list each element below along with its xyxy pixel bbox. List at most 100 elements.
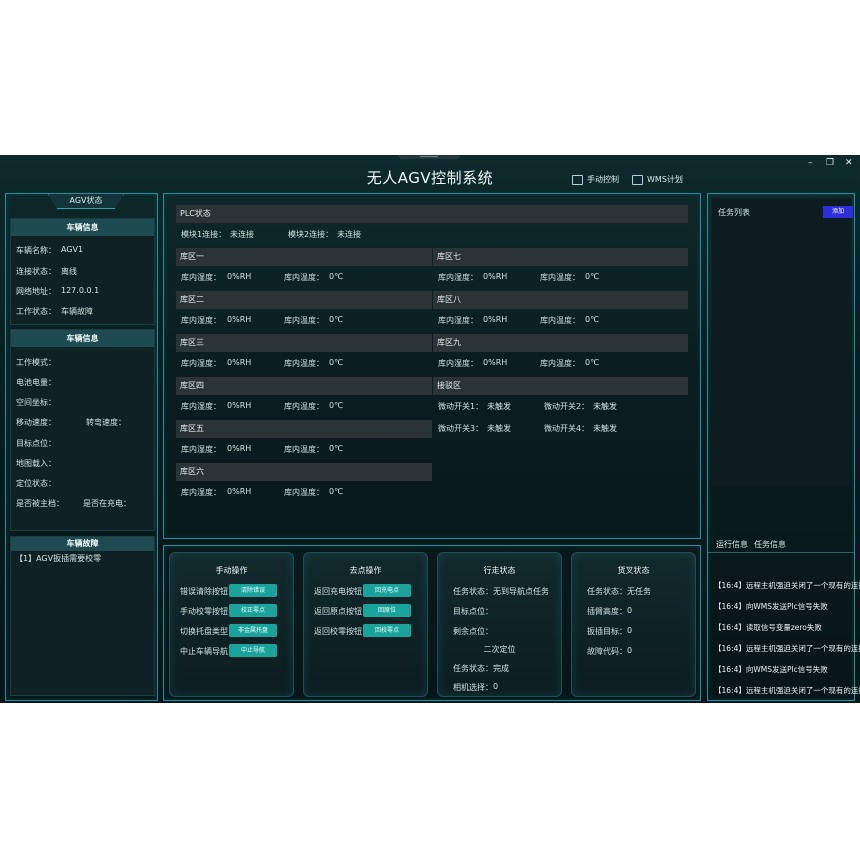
- agv-status-tab[interactable]: AGV状态: [48, 194, 124, 209]
- switch-1-value: 未触发: [487, 402, 511, 411]
- zone-5-hum-label: 库内湿度：: [181, 445, 221, 454]
- zone-6-temp-label: 库内温度：: [284, 488, 324, 497]
- switch-2-label: 微动开关2：: [544, 402, 590, 411]
- log-item: 【16:4】远程主机强迫关闭了一个现有的连接: [714, 644, 860, 653]
- pallet-type-button[interactable]: 非金属托盘: [229, 624, 277, 637]
- zone-5-temp-value: 0℃: [329, 444, 344, 453]
- zone-2-head: 库区二: [176, 291, 432, 309]
- fork-status-card: 货叉状态 任务状态： 无任务 插臂高度： 0 扳插目标： 0 故障代码： 0: [571, 552, 696, 697]
- coords-label: 空间坐标：: [16, 398, 56, 407]
- minimize-icon[interactable]: –: [808, 158, 813, 168]
- tab-task-info[interactable]: 任务信息: [754, 539, 786, 550]
- module2-value: 未连接: [337, 230, 361, 239]
- zone-9-temp-label: 库内温度：: [540, 359, 580, 368]
- zone-1-temp-label: 库内温度：: [284, 273, 324, 282]
- title-bar: 无人AGV控制系统 手动控制 WMS计划 – ❐ ✕: [0, 155, 860, 191]
- fork-target-label: 扳插目标：: [587, 627, 627, 636]
- fork-fault-label: 故障代码：: [587, 647, 627, 656]
- nav-manual-label: 手动控制: [587, 175, 619, 184]
- fork-status-title: 货叉状态: [617, 566, 650, 575]
- zone-1-head: 库区一: [176, 248, 432, 266]
- work-status-label: 工作状态：: [16, 307, 56, 316]
- zone-4-temp-value: 0℃: [329, 401, 344, 410]
- connection-label: 连接状态：: [16, 267, 56, 276]
- tab-run-info[interactable]: 运行信息: [716, 539, 748, 553]
- camera-value: 0: [493, 682, 499, 691]
- switch-1-label: 微动开关1：: [438, 402, 484, 411]
- zone-4-temp-label: 库内温度：: [284, 402, 324, 411]
- manual-op-card: 手动操作 错误清除按钮 清除错误 手动校零按钮 校正零点 切换托盘类型 非金属托…: [169, 552, 294, 697]
- network-value: 127.0.0.1: [61, 286, 100, 295]
- zone-2-temp-value: 0℃: [329, 315, 344, 324]
- zone-4-head: 库区四: [176, 377, 432, 395]
- zone-7-temp-label: 库内温度：: [540, 273, 580, 282]
- zone-9-head: 库区九: [433, 334, 688, 352]
- zone-8-temp-value: 0℃: [585, 315, 600, 324]
- manual-control-icon: [572, 174, 583, 185]
- zone-3-head: 库区三: [176, 334, 432, 352]
- return-origin-label: 返回原点按钮: [314, 607, 362, 616]
- clear-error-button[interactable]: 清除错误: [229, 584, 277, 597]
- travel-target-label: 目标点位：: [453, 607, 493, 616]
- vehicle-fault-card: 车辆故障 【1】AGV扳插需要校零: [10, 536, 155, 696]
- travel-remain-label: 剩余点位：: [453, 627, 493, 636]
- travel-status-card: 行走状态 任务状态： 无到导航点任务 目标点位： 剩余点位： 二次定位 任务状态…: [437, 552, 562, 697]
- switch-3-value: 未触发: [487, 424, 511, 433]
- switch-4-label: 微动开关4：: [544, 424, 590, 433]
- locate-label: 定位状态：: [16, 479, 56, 488]
- turn-speed-label: 转弯速度：: [86, 418, 126, 427]
- return-zero-button[interactable]: 回校零点: [363, 624, 411, 637]
- restore-icon[interactable]: ❐: [826, 158, 834, 168]
- fault-item[interactable]: 【1】AGV扳插需要校零: [15, 553, 101, 564]
- zone-3-temp-value: 0℃: [329, 358, 344, 367]
- module1-label: 模块1连接：: [181, 230, 227, 239]
- fork-height-label: 插臂高度：: [587, 607, 627, 616]
- zone-3-hum-label: 库内湿度：: [181, 359, 221, 368]
- fork-height-value: 0: [627, 606, 633, 615]
- is-main-label: 是否被主档：: [16, 499, 64, 508]
- calibrate-zero-button[interactable]: 校正零点: [229, 604, 277, 617]
- target-label: 目标点位：: [16, 439, 56, 448]
- add-task-button[interactable]: 添加: [823, 206, 853, 218]
- return-zero-label: 返回校零按钮: [314, 627, 362, 636]
- network-label: 网络地址：: [16, 287, 56, 296]
- locate-task-label: 任务状态：: [453, 664, 493, 673]
- zone-1-hum-label: 库内湿度：: [181, 273, 221, 282]
- pallet-type-label: 切换托盘类型: [180, 627, 228, 636]
- nav-manual-control[interactable]: 手动控制: [572, 174, 619, 185]
- battery-label: 电池电量：: [16, 378, 56, 387]
- zone-6-hum-value: 0%RH: [227, 487, 252, 496]
- receive-zone-head: 接驳区: [433, 377, 688, 395]
- switch-3-label: 微动开关3：: [438, 424, 484, 433]
- close-icon[interactable]: ✕: [845, 158, 853, 168]
- log-item: 【16:4】向WMS发送Plc信号失败: [714, 665, 828, 674]
- stop-nav-label: 中止车辆导航: [180, 647, 228, 656]
- module2-label: 模块2连接：: [288, 230, 334, 239]
- manual-zero-label: 手动校零按钮: [180, 607, 228, 616]
- return-origin-button[interactable]: 回原位: [363, 604, 411, 617]
- title-handle[interactable]: [398, 155, 460, 159]
- zone-4-hum-value: 0%RH: [227, 401, 252, 410]
- zone-9-temp-value: 0℃: [585, 358, 600, 367]
- locate-task-value: 完成: [493, 664, 509, 673]
- task-list-title: 任务列表: [718, 208, 750, 217]
- zone-6-head: 库区六: [176, 463, 432, 481]
- zone-8-temp-label: 库内温度：: [540, 316, 580, 325]
- return-charge-button[interactable]: 回充电点: [363, 584, 411, 597]
- zone-7-hum-value: 0%RH: [483, 272, 508, 281]
- fork-target-value: 0: [627, 626, 633, 635]
- zone-9-hum-value: 0%RH: [483, 358, 508, 367]
- clear-error-label: 错误清除按钮: [180, 587, 228, 596]
- task-list-panel: 任务列表 添加 运行信息 任务信息 【16:4】远程主机强迫关闭了一个现有的连接…: [707, 193, 860, 701]
- vehicle-name-label: 车辆名称：: [16, 246, 56, 255]
- nav-wms-plan[interactable]: WMS计划: [632, 174, 683, 185]
- vehicle-name-value: AGV1: [61, 245, 84, 254]
- stop-nav-button[interactable]: 中止导航: [229, 644, 277, 657]
- switch-4-value: 未触发: [593, 424, 617, 433]
- zone-3-temp-label: 库内温度：: [284, 359, 324, 368]
- return-charge-label: 返回充电按钮: [314, 587, 362, 596]
- zone-1-temp-value: 0℃: [329, 272, 344, 281]
- zone-2-hum-label: 库内湿度：: [181, 316, 221, 325]
- zone-2-hum-value: 0%RH: [227, 315, 252, 324]
- travel-status-title: 行走状态: [483, 566, 516, 575]
